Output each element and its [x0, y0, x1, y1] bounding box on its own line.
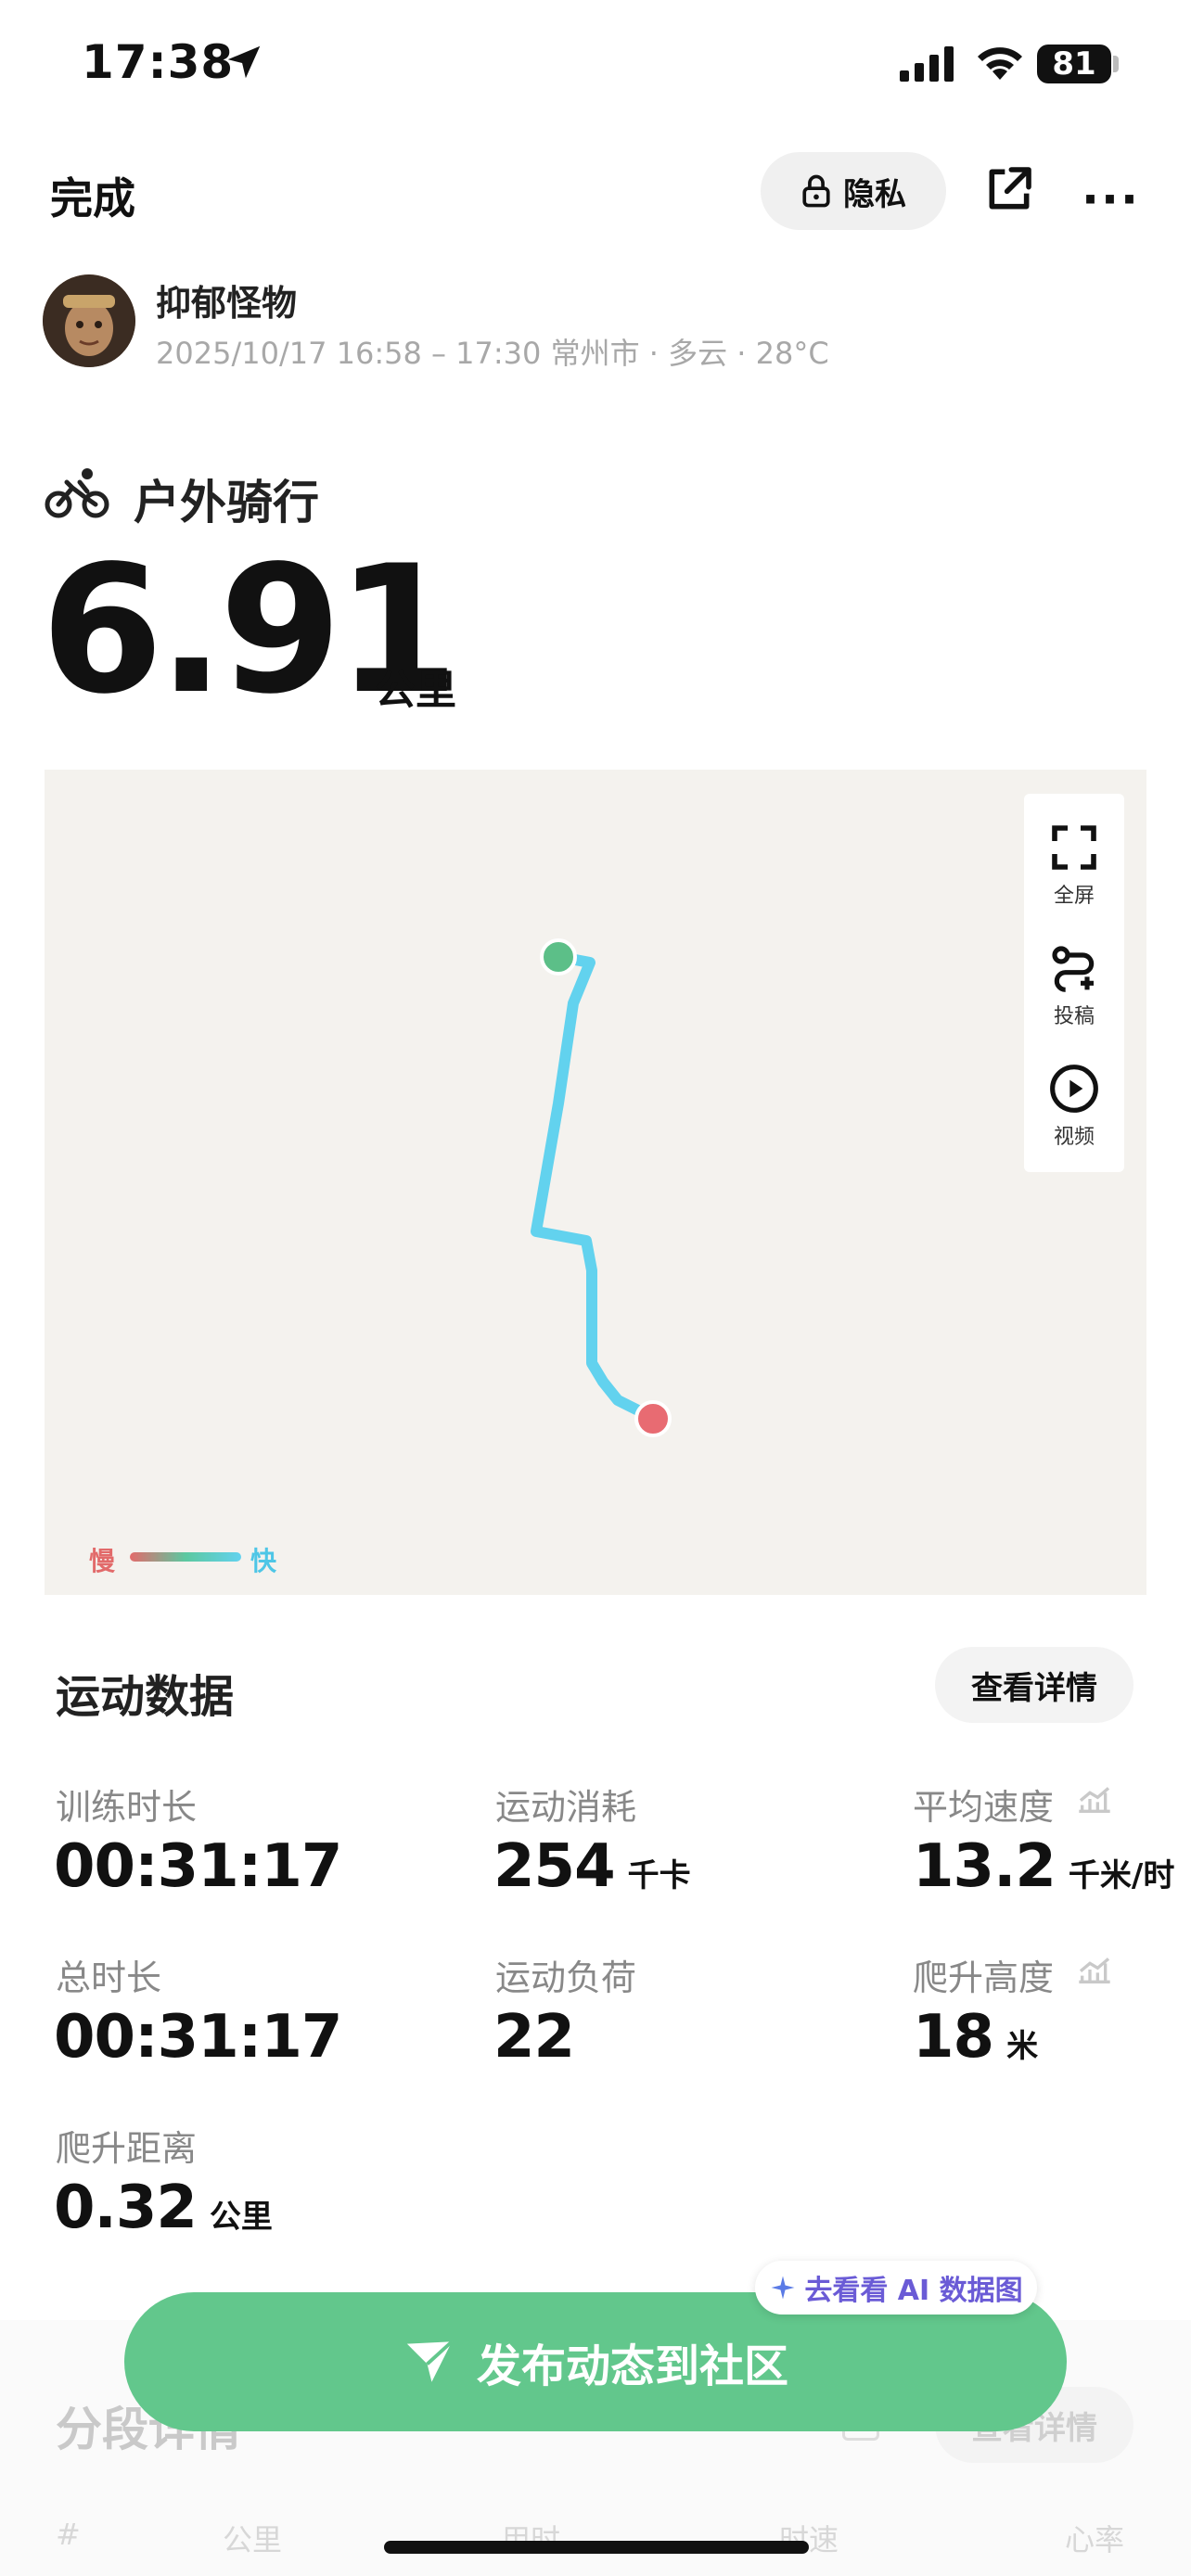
legend-fast-label: 快	[250, 1546, 277, 1576]
stat-label-avg-speed: 平均速度	[913, 1787, 1055, 1828]
stat-value-climb-distance: 0.32 公里	[54, 2174, 273, 2242]
stats-title: 运动数据	[56, 1671, 235, 1723]
stat-label-climb-distance: 爬升距离	[56, 2128, 198, 2169]
stat-value-training-time: 00:31:17	[54, 1832, 342, 1901]
more-options-button[interactable]: ···	[1082, 172, 1140, 226]
fullscreen-button[interactable]: 全屏	[1024, 822, 1124, 909]
home-indicator[interactable]	[384, 2541, 809, 2554]
fullscreen-icon	[1052, 825, 1096, 870]
stat-label-training-time: 训练时长	[56, 1787, 198, 1828]
lock-icon	[802, 174, 830, 208]
stat-value-training-load: 22	[493, 2003, 575, 2072]
video-button[interactable]: 视频	[1024, 1063, 1124, 1150]
publish-label: 发布动态到社区	[476, 2340, 788, 2392]
stat-value-elevation-gain: 18 米	[913, 2003, 1039, 2072]
speed-legend-bar	[130, 1552, 241, 1562]
segments-column-heart-rate: 心率	[1065, 2522, 1125, 2557]
avatar-face-icon	[43, 274, 135, 367]
stat-label-elevation-gain: 爬升高度	[913, 1958, 1055, 1998]
start-marker	[540, 938, 577, 976]
username[interactable]: 抑郁怪物	[156, 274, 297, 325]
submit-route-button[interactable]: 投稿	[1024, 942, 1124, 1029]
stat-value-avg-speed: 13.2 千米/时	[913, 1832, 1175, 1901]
wifi-icon	[978, 47, 1022, 80]
route-plus-icon	[1052, 946, 1095, 992]
cellular-signal-icon	[900, 46, 954, 82]
distance-unit: 公里	[375, 667, 456, 714]
stat-value-calories: 254 千卡	[493, 1832, 691, 1901]
ai-data-chart-chip[interactable]: 去看看 AI 数据图	[755, 2261, 1037, 2315]
map-toolbar: 全屏 投稿 视频	[1024, 794, 1124, 1172]
stats-detail-button[interactable]: 查看详情	[935, 1647, 1133, 1723]
sparkle-icon	[771, 2276, 795, 2300]
ai-chip-label: 去看看 AI 数据图	[804, 2275, 1023, 2307]
stat-label-total-time: 总时长	[56, 1958, 162, 1998]
done-button[interactable]: 完成	[50, 165, 135, 226]
status-time: 17:38	[82, 35, 235, 89]
trend-chart-icon[interactable]	[1076, 1782, 1113, 1816]
battery-indicator: 81	[1037, 45, 1111, 83]
location-arrow-icon	[227, 45, 261, 79]
route-track	[531, 938, 672, 1437]
status-bar: 17:38 81	[0, 0, 1191, 139]
end-marker	[634, 1400, 672, 1437]
stat-value-total-time: 00:31:17	[54, 2003, 342, 2072]
video-label: 视频	[1053, 1126, 1095, 1149]
fullscreen-label: 全屏	[1053, 885, 1095, 908]
activity-meta: 2025/10/17 16:58 – 17:30 常州市 · 多云 · 28°C	[156, 336, 829, 371]
trend-chart-icon[interactable]	[1076, 1953, 1113, 1986]
segments-column-index: #	[56, 2517, 81, 2552]
share-icon[interactable]	[983, 163, 1035, 215]
send-icon	[406, 2340, 454, 2382]
privacy-label: 隐私	[843, 175, 906, 213]
stat-label-calories: 运动消耗	[495, 1787, 637, 1828]
sport-type-label: 户外骑行	[134, 476, 319, 529]
avatar[interactable]	[43, 274, 135, 367]
cycling-icon	[45, 468, 109, 518]
stat-label-training-load: 运动负荷	[495, 1958, 637, 1998]
submit-route-label: 投稿	[1053, 1005, 1095, 1028]
route-map[interactable]	[45, 770, 1146, 1595]
segments-column-km: 公里	[223, 2522, 283, 2557]
play-icon	[1050, 1065, 1098, 1113]
legend-slow-label: 慢	[89, 1546, 116, 1576]
privacy-button[interactable]: 隐私	[761, 152, 946, 230]
battery-nub	[1113, 56, 1119, 72]
